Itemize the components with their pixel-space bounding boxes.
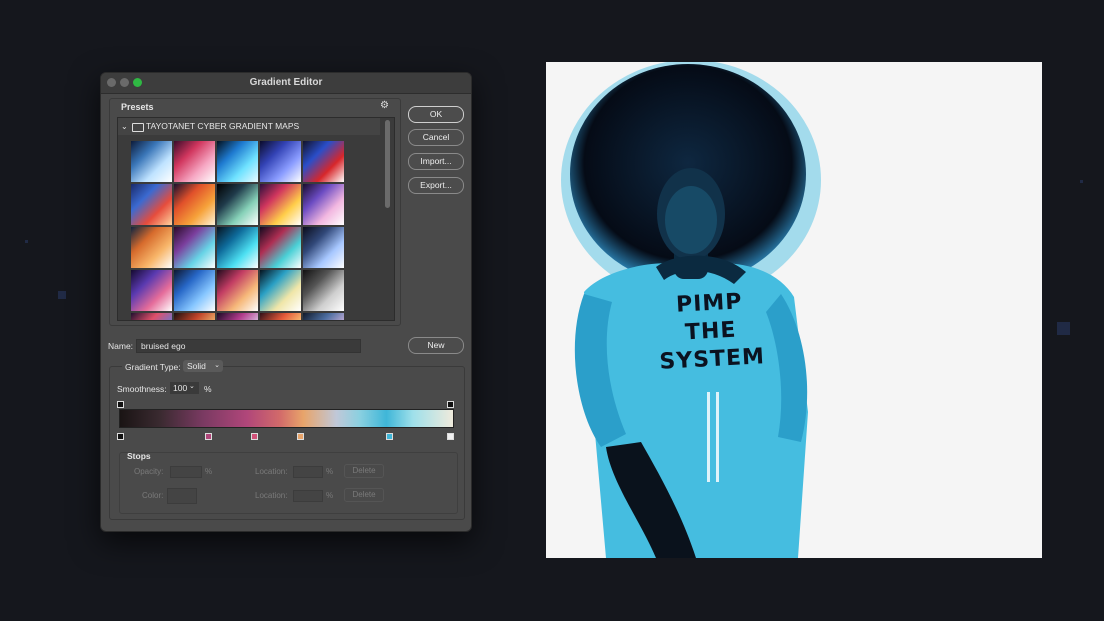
gradient-swatch[interactable] bbox=[131, 313, 172, 320]
color-stop[interactable] bbox=[205, 433, 212, 440]
opacity-stop-right[interactable] bbox=[447, 401, 454, 408]
presets-list[interactable]: ⌄ TAYOTANET CYBER GRADIENT MAPS bbox=[117, 117, 395, 321]
gradient-swatch[interactable] bbox=[260, 141, 301, 182]
gradient-swatch[interactable] bbox=[174, 184, 215, 225]
color-location-input bbox=[293, 490, 323, 502]
zoom-window-icon[interactable] bbox=[133, 78, 142, 87]
color-stop[interactable] bbox=[117, 433, 124, 440]
preset-folder[interactable]: ⌄ TAYOTANET CYBER GRADIENT MAPS bbox=[118, 118, 380, 135]
opacity-location-percent: % bbox=[326, 467, 334, 476]
gradient-swatch-grid bbox=[131, 141, 349, 320]
background-speck bbox=[25, 240, 28, 243]
gradient-swatch[interactable] bbox=[260, 184, 301, 225]
chevron-down-icon: ⌄ bbox=[214, 362, 220, 369]
gradient-swatch[interactable] bbox=[303, 141, 344, 182]
delete-color-stop-button: Delete bbox=[344, 488, 384, 502]
chevron-down-icon[interactable]: ⌄ bbox=[189, 382, 195, 390]
opacity-input bbox=[170, 466, 202, 478]
gradient-swatch[interactable] bbox=[174, 270, 215, 311]
smoothness-label: Smoothness: bbox=[117, 384, 167, 394]
color-location-label: Location: bbox=[255, 491, 288, 500]
gradient-name-input[interactable]: bruised ego bbox=[136, 339, 361, 353]
gradient-swatch[interactable] bbox=[217, 270, 258, 311]
background-speck bbox=[1080, 180, 1083, 183]
window-title: Gradient Editor bbox=[249, 77, 323, 88]
folder-icon bbox=[132, 123, 144, 132]
name-label: Name: bbox=[108, 341, 134, 351]
gradient-swatch[interactable] bbox=[217, 313, 258, 320]
color-stop[interactable] bbox=[447, 433, 454, 440]
color-stop[interactable] bbox=[386, 433, 393, 440]
gradient-swatch[interactable] bbox=[260, 227, 301, 268]
close-window-icon[interactable] bbox=[107, 78, 116, 87]
gradient-swatch[interactable] bbox=[131, 270, 172, 311]
cancel-button[interactable]: Cancel bbox=[408, 129, 464, 146]
minimize-window-icon[interactable] bbox=[120, 78, 129, 87]
background-speck bbox=[1057, 322, 1070, 335]
opacity-location-label: Location: bbox=[255, 467, 288, 476]
stops-panel: Stops Opacity: % Location: % Delete Colo… bbox=[119, 451, 458, 514]
portrait-image bbox=[561, 62, 821, 558]
opacity-percent: % bbox=[205, 467, 213, 476]
background-speck bbox=[58, 291, 66, 299]
opacity-stop-left[interactable] bbox=[117, 401, 124, 408]
gradient-settings-panel: Gradient Type: Solid ⌄ Smoothness: 100 ⌄… bbox=[109, 360, 465, 520]
stops-label: Stops bbox=[127, 451, 151, 461]
gradient-type-value: Solid bbox=[187, 361, 206, 371]
chevron-down-icon[interactable]: ⌄ bbox=[121, 118, 128, 135]
scrollbar-thumb[interactable] bbox=[385, 120, 390, 208]
color-label: Color: bbox=[142, 491, 164, 500]
folder-name: TAYOTANET CYBER GRADIENT MAPS bbox=[146, 121, 300, 131]
gradient-editor-window: Gradient Editor Presets ⚙ ⌄ TAYOTANET CY… bbox=[100, 72, 472, 532]
color-stop[interactable] bbox=[251, 433, 258, 440]
shirt-text: PIMP THE SYSTEM bbox=[656, 287, 766, 376]
title-bar[interactable]: Gradient Editor bbox=[101, 73, 471, 94]
image-canvas[interactable]: PIMP THE SYSTEM bbox=[546, 62, 1042, 558]
presets-panel: Presets ⚙ ⌄ TAYOTANET CYBER GRADIENT MAP… bbox=[109, 98, 401, 326]
color-stop[interactable] bbox=[297, 433, 304, 440]
gradient-swatch[interactable] bbox=[303, 313, 344, 320]
export-button[interactable]: Export... bbox=[408, 177, 464, 194]
smoothness-unit: % bbox=[204, 384, 212, 394]
shirt-line: SYSTEM bbox=[658, 344, 766, 375]
gear-icon[interactable]: ⚙ bbox=[380, 100, 389, 111]
gradient-swatch[interactable] bbox=[131, 184, 172, 225]
presets-scrollbar[interactable] bbox=[383, 118, 393, 320]
gradient-swatch[interactable] bbox=[131, 227, 172, 268]
delete-opacity-stop-button: Delete bbox=[344, 464, 384, 478]
gradient-swatch[interactable] bbox=[303, 270, 344, 311]
gradient-swatch[interactable] bbox=[217, 227, 258, 268]
ok-button[interactable]: OK bbox=[408, 106, 464, 123]
gradient-swatch[interactable] bbox=[260, 313, 301, 320]
opacity-label: Opacity: bbox=[134, 467, 164, 476]
presets-label: Presets bbox=[121, 102, 154, 112]
gradient-swatch[interactable] bbox=[260, 270, 301, 311]
gradient-swatch[interactable] bbox=[174, 227, 215, 268]
gradient-preview-bar[interactable] bbox=[119, 409, 454, 428]
gradient-swatch[interactable] bbox=[303, 227, 344, 268]
color-location-percent: % bbox=[326, 491, 334, 500]
gradient-swatch[interactable] bbox=[217, 141, 258, 182]
gradient-type-select[interactable]: Solid ⌄ bbox=[183, 360, 223, 372]
opacity-location-input bbox=[293, 466, 323, 478]
gradient-type-label: Gradient Type: bbox=[122, 362, 184, 372]
gradient-swatch[interactable] bbox=[217, 184, 258, 225]
color-swatch-input bbox=[167, 488, 197, 504]
import-button[interactable]: Import... bbox=[408, 153, 464, 170]
gradient-swatch[interactable] bbox=[174, 141, 215, 182]
gradient-swatch[interactable] bbox=[303, 184, 344, 225]
gradient-swatch[interactable] bbox=[174, 313, 215, 320]
gradient-swatch[interactable] bbox=[131, 141, 172, 182]
new-button[interactable]: New bbox=[408, 337, 464, 354]
